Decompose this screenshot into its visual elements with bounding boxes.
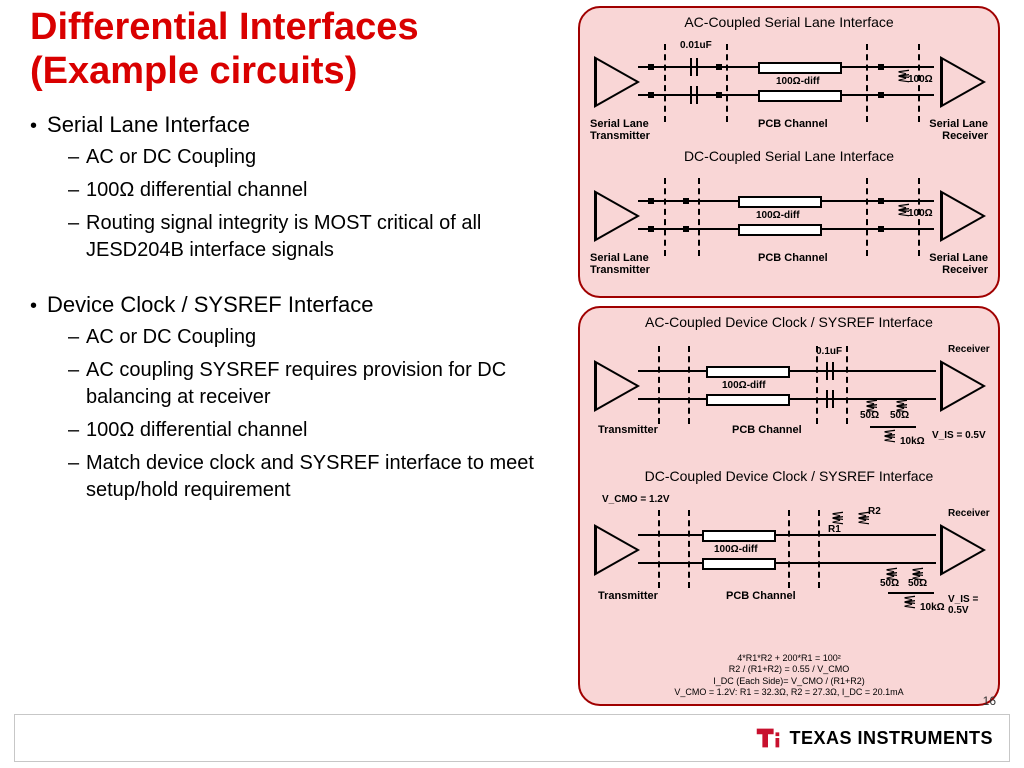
fig2-dc-diagram: 100Ω-diff V_CMO = 1.2V WW WW R1 R2 WW WW…	[588, 486, 990, 626]
term-impedance-label: 100Ω	[908, 74, 933, 85]
bullet-1-sub-2: 100Ω differential channel	[68, 177, 560, 204]
tx-label: Serial Lane Transmitter	[590, 252, 670, 276]
term50-label: 50Ω	[908, 578, 927, 589]
resistor-icon: WW	[896, 400, 904, 409]
resistor-icon: WW	[884, 430, 892, 439]
pcb-label: PCB Channel	[732, 424, 802, 436]
eqn-3: I_DC (Each Side)= V_CMO / (R1+R2)	[580, 676, 998, 687]
term50-label: 50Ω	[860, 410, 879, 421]
figure-clock-sysref: AC-Coupled Device Clock / SYSREF Interfa…	[578, 306, 1000, 706]
tx-label: Serial Lane Transmitter	[590, 118, 670, 142]
title-line-2: (Example circuits)	[30, 50, 357, 92]
page-number: 16	[983, 694, 996, 708]
r1-label: R1	[828, 524, 841, 535]
rx-label: Receiver	[948, 508, 990, 519]
rx-buffer-icon	[940, 524, 986, 576]
r10k-label: 10kΩ	[920, 602, 945, 613]
resistor-icon: WW	[886, 568, 894, 577]
r10k-label: 10kΩ	[900, 436, 925, 447]
fig1-ac-diagram: 0.01uF 100Ω-diff WW 100Ω Serial Lane Tra…	[588, 32, 990, 142]
vis-label: V_IS = 0.5V	[932, 430, 986, 441]
content-area: Serial Lane Interface AC or DC Coupling …	[30, 112, 560, 522]
bullet-1: Serial Lane Interface AC or DC Coupling …	[30, 112, 560, 264]
term50-label: 50Ω	[890, 410, 909, 421]
fig2-ac-diagram: 100Ω-diff 0.1uF WW WW 50Ω 50Ω WW 10kΩ V_…	[588, 332, 990, 462]
tx-label: Transmitter	[598, 590, 658, 602]
bullet-2-sub-4: Match device clock and SYSREF interface …	[68, 450, 560, 504]
bullet-1-sub-1: AC or DC Coupling	[68, 144, 560, 171]
rx-label: Receiver	[948, 344, 990, 355]
resistor-icon: WW	[912, 568, 920, 577]
bullet-2: Device Clock / SYSREF Interface AC or DC…	[30, 292, 560, 504]
fig1-dc-title: DC-Coupled Serial Lane Interface	[580, 148, 998, 164]
term-resistor-icon: WW	[898, 204, 906, 213]
vis-label: V_IS = 0.5V	[948, 594, 990, 616]
eqn-1: 4*R1*R2 + 200*R1 = 100²	[580, 653, 998, 664]
rx-label: Serial Lane Receiver	[918, 118, 988, 142]
rx-buffer-icon	[940, 56, 986, 108]
fig2-ac-title: AC-Coupled Device Clock / SYSREF Interfa…	[580, 314, 998, 330]
resistor-icon: WW	[858, 512, 866, 521]
bullet-2-sub-3: 100Ω differential channel	[68, 417, 560, 444]
vcmo-label: V_CMO = 1.2V	[602, 494, 670, 505]
term50-label: 50Ω	[880, 578, 899, 589]
resistor-icon: WW	[866, 400, 874, 409]
diff-impedance-label: 100Ω-diff	[714, 544, 758, 555]
cap-value-label: 0.01uF	[680, 40, 712, 51]
title-line-1: Differential Interfaces	[30, 6, 419, 48]
figure-serial-lane: AC-Coupled Serial Lane Interface 0.01uF …	[578, 6, 1000, 298]
tx-buffer-icon	[594, 524, 640, 576]
r2-label: R2	[868, 506, 881, 517]
fig2-dc-title: DC-Coupled Device Clock / SYSREF Interfa…	[580, 468, 998, 484]
ti-logo: TEXAS INSTRUMENTS	[753, 723, 993, 753]
rx-buffer-icon	[940, 190, 986, 242]
footer-bar: TEXAS INSTRUMENTS	[14, 714, 1010, 762]
tx-buffer-icon	[594, 360, 640, 412]
bullet-2-sub-1: AC or DC Coupling	[68, 324, 560, 351]
bullet-2-sub-2: AC coupling SYSREF requires provision fo…	[68, 357, 560, 411]
tx-buffer-icon	[594, 190, 640, 242]
diff-impedance-label: 100Ω-diff	[776, 76, 820, 87]
slide-title: Differential Interfaces (Example circuit…	[30, 6, 419, 93]
term-impedance-label: 100Ω	[908, 208, 933, 219]
eqn-4: V_CMO = 1.2V: R1 = 32.3Ω, R2 = 27.3Ω, I_…	[580, 687, 998, 698]
cap-value-label: 0.1uF	[816, 346, 842, 357]
fig1-dc-diagram: 100Ω-diff WW 100Ω Serial Lane Transmitte…	[588, 166, 990, 276]
tx-buffer-icon	[594, 56, 640, 108]
eqn-2: R2 / (R1+R2) = 0.55 / V_CMO	[580, 664, 998, 675]
resistor-icon: WW	[832, 512, 840, 521]
pcb-label: PCB Channel	[758, 118, 828, 130]
rx-buffer-icon	[940, 360, 986, 412]
ti-brand-text: TEXAS INSTRUMENTS	[789, 728, 993, 749]
equations: 4*R1*R2 + 200*R1 = 100² R2 / (R1+R2) = 0…	[580, 653, 998, 698]
rx-label: Serial Lane Receiver	[918, 252, 988, 276]
pcb-label: PCB Channel	[726, 590, 796, 602]
diff-impedance-label: 100Ω-diff	[756, 210, 800, 221]
resistor-icon: WW	[904, 596, 912, 605]
tx-label: Transmitter	[598, 424, 658, 436]
diff-impedance-label: 100Ω-diff	[722, 380, 766, 391]
fig1-ac-title: AC-Coupled Serial Lane Interface	[580, 14, 998, 30]
pcb-label: PCB Channel	[758, 252, 828, 264]
ti-logo-icon	[753, 723, 783, 753]
term-resistor-icon: WW	[898, 70, 906, 79]
bullet-1-sub-3: Routing signal integrity is MOST critica…	[68, 210, 560, 264]
